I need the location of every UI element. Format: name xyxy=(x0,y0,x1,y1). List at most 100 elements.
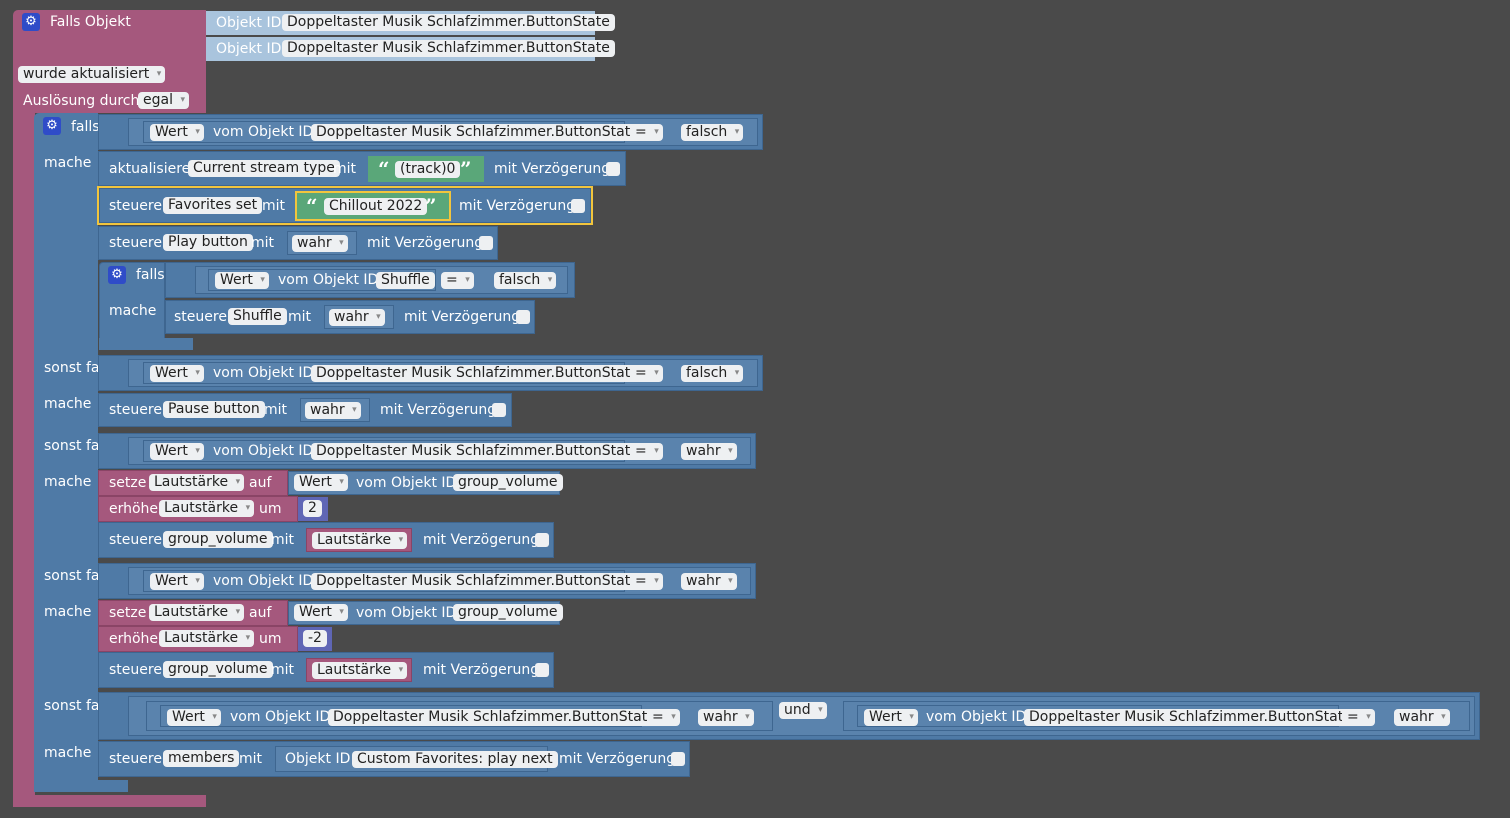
number-field[interactable]: -2 xyxy=(303,630,327,647)
objectid-field[interactable]: group_volume xyxy=(453,474,563,491)
set-label: setze xyxy=(109,475,147,491)
wert-dropdown[interactable]: Wert xyxy=(150,443,204,460)
trigger-dropdown[interactable]: egal xyxy=(138,92,189,109)
control-label: steuere xyxy=(109,235,162,251)
delay-label: mit Verzögerung xyxy=(367,235,484,251)
text-field[interactable]: (track)0 xyxy=(395,161,461,178)
delay-label: mit Verzögerung xyxy=(423,532,540,548)
auf-label: auf xyxy=(249,605,272,621)
objectid-label: Objekt ID xyxy=(285,751,351,767)
if-block-bottom xyxy=(34,780,128,792)
mache-label: mache xyxy=(44,155,92,171)
objectid-field[interactable]: Doppeltaster Musik Schlafzimmer.ButtonSt… xyxy=(311,573,644,590)
um-label: um xyxy=(259,501,282,517)
wert-dropdown[interactable]: Wert xyxy=(864,709,918,726)
state-field[interactable]: Pause button xyxy=(163,401,265,418)
event-dropdown[interactable]: wurde aktualisiert xyxy=(18,66,166,83)
trigger-gear-icon[interactable]: ⚙ xyxy=(22,13,40,31)
wert-dropdown[interactable]: Wert xyxy=(150,365,204,382)
objectid-field[interactable]: Doppeltaster Musik Schlafzimmer.ButtonSt… xyxy=(1024,709,1357,726)
and-dropdown[interactable]: und xyxy=(779,702,827,719)
delay-checkbox[interactable] xyxy=(571,199,585,213)
objectid-field[interactable]: group_volume xyxy=(453,604,563,621)
vom-objekt-label: vom Objekt ID xyxy=(213,443,314,459)
wert-dropdown[interactable]: Wert xyxy=(167,709,221,726)
bool-dropdown[interactable]: wahr xyxy=(1394,709,1450,726)
variable-dropdown[interactable]: Lautstärke xyxy=(159,630,255,647)
delay-checkbox[interactable] xyxy=(492,403,506,417)
objectid-field[interactable]: Shuffle xyxy=(376,272,435,289)
operator-dropdown[interactable]: = xyxy=(1342,709,1375,726)
objectid-field[interactable]: Custom Favorites: play next xyxy=(352,751,558,768)
wert-dropdown[interactable]: Wert xyxy=(294,474,348,491)
variable-dropdown[interactable]: Lautstärke xyxy=(149,604,245,621)
bool-dropdown[interactable]: wahr xyxy=(292,235,348,252)
variable-dropdown[interactable]: Lautstärke xyxy=(159,500,255,517)
bool-dropdown[interactable]: wahr xyxy=(681,443,737,460)
control-label: steuere xyxy=(109,402,162,418)
update-label: aktualisiere xyxy=(109,161,191,177)
delay-checkbox[interactable] xyxy=(671,752,685,766)
operator-dropdown[interactable]: = xyxy=(630,443,663,460)
state-field[interactable]: group_volume xyxy=(163,531,273,548)
mit-label: mit xyxy=(264,402,288,418)
increment-label: erhöhe xyxy=(109,631,159,647)
state-field[interactable]: Shuffle xyxy=(228,308,287,325)
bool-dropdown[interactable]: wahr xyxy=(698,709,754,726)
delay-checkbox[interactable] xyxy=(516,310,530,324)
number-field[interactable]: 2 xyxy=(303,500,322,517)
bool-dropdown[interactable]: falsch xyxy=(681,365,744,382)
delay-label: mit Verzögerung xyxy=(459,198,576,214)
objectid-field[interactable]: Doppeltaster Musik Schlafzimmer.ButtonSt… xyxy=(328,709,661,726)
trigger-label: Auslösung durch xyxy=(23,93,140,109)
state-field[interactable]: Play button xyxy=(163,234,253,251)
bool-dropdown[interactable]: falsch xyxy=(494,272,557,289)
if-label: falls xyxy=(71,119,100,135)
um-label: um xyxy=(259,631,282,647)
variable-dropdown[interactable]: Lautstärke xyxy=(312,532,408,549)
delay-label: mit Verzögerung xyxy=(380,402,497,418)
wert-dropdown[interactable]: Wert xyxy=(150,573,204,590)
mit-label: mit xyxy=(251,235,275,251)
state-field[interactable]: Favorites set xyxy=(163,197,263,214)
auf-label: auf xyxy=(249,475,272,491)
state-field[interactable]: Current stream type xyxy=(188,160,340,177)
bool-dropdown[interactable]: wahr xyxy=(681,573,737,590)
delay-checkbox[interactable] xyxy=(606,162,620,176)
bool-dropdown[interactable]: falsch xyxy=(681,124,744,141)
if-gear-icon[interactable]: ⚙ xyxy=(43,117,61,135)
variable-dropdown[interactable]: Lautstärke xyxy=(149,474,245,491)
operator-dropdown[interactable]: = xyxy=(441,272,474,289)
mache-label: mache xyxy=(44,745,92,761)
objectid-field[interactable]: Doppeltaster Musik Schlafzimmer.ButtonSt… xyxy=(311,443,644,460)
objectid-field[interactable]: Doppeltaster Musik Schlafzimmer.ButtonSt… xyxy=(311,365,644,382)
mit-label: mit xyxy=(262,198,286,214)
mit-label: mit xyxy=(271,662,295,678)
wert-dropdown[interactable]: Wert xyxy=(294,604,348,621)
objectid-field-1[interactable]: Doppeltaster Musik Schlafzimmer.ButtonSt… xyxy=(282,14,615,31)
bool-dropdown[interactable]: wahr xyxy=(329,309,385,326)
operator-dropdown[interactable]: = xyxy=(630,124,663,141)
vom-objekt-label: vom Objekt ID xyxy=(356,475,457,491)
trigger-block-spine xyxy=(13,110,35,800)
operator-dropdown[interactable]: = xyxy=(630,365,663,382)
state-field[interactable]: members xyxy=(163,750,240,767)
variable-dropdown[interactable]: Lautstärke xyxy=(312,662,408,679)
operator-dropdown[interactable]: = xyxy=(647,709,680,726)
operator-dropdown[interactable]: = xyxy=(630,573,663,590)
objectid-field-2[interactable]: Doppeltaster Musik Schlafzimmer.ButtonSt… xyxy=(282,40,615,57)
delay-checkbox[interactable] xyxy=(535,533,549,547)
text-field[interactable]: Chillout 2022 xyxy=(324,198,428,215)
wert-dropdown[interactable]: Wert xyxy=(215,272,269,289)
delay-checkbox[interactable] xyxy=(479,236,493,250)
mache-label: mache xyxy=(109,303,157,319)
vom-objekt-label: vom Objekt ID xyxy=(230,709,331,725)
state-field[interactable]: group_volume xyxy=(163,661,273,678)
bool-dropdown[interactable]: wahr xyxy=(305,402,361,419)
objectid-label-2: Objekt ID xyxy=(216,41,282,57)
objectid-field[interactable]: Doppeltaster Musik Schlafzimmer.ButtonSt… xyxy=(311,124,644,141)
vom-objekt-label: vom Objekt ID xyxy=(213,573,314,589)
delay-checkbox[interactable] xyxy=(535,663,549,677)
nested-if-gear-icon[interactable]: ⚙ xyxy=(108,266,126,284)
wert-dropdown[interactable]: Wert xyxy=(150,124,204,141)
